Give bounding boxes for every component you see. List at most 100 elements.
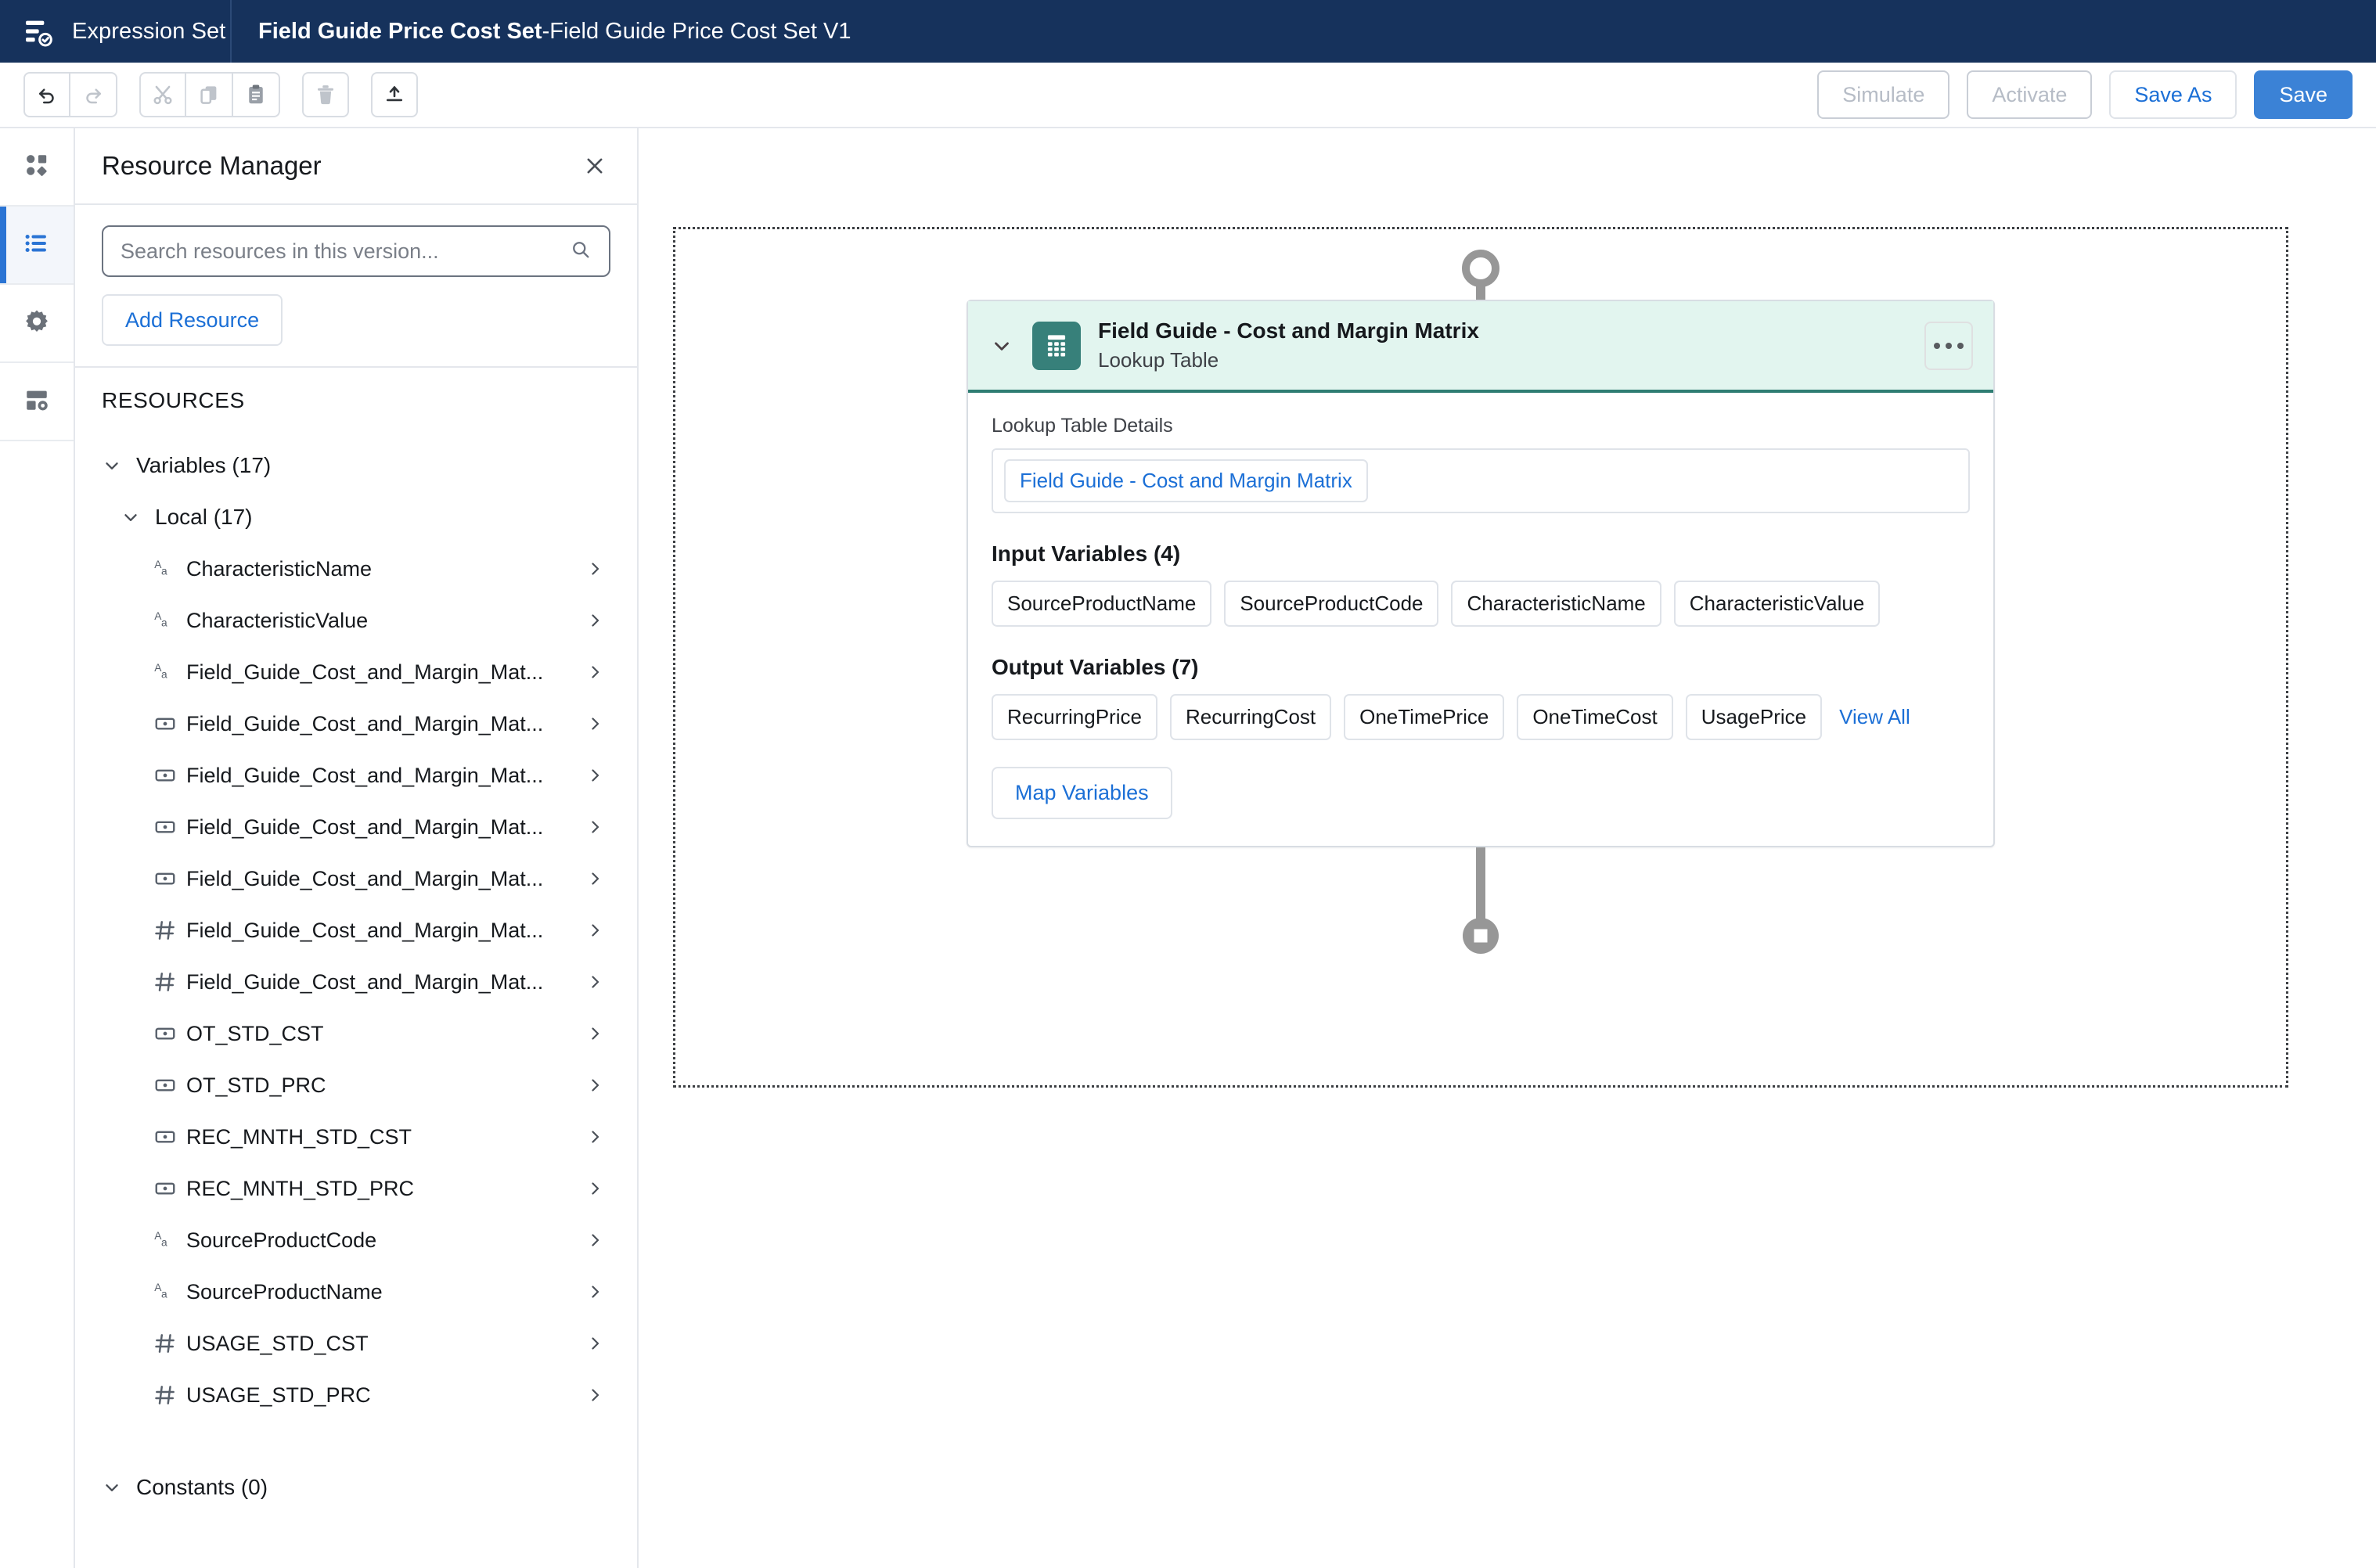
undo-button[interactable] bbox=[23, 72, 70, 117]
chevron-right-icon[interactable] bbox=[584, 1282, 604, 1301]
number-type-icon bbox=[153, 1383, 186, 1407]
rail-item-settings[interactable] bbox=[0, 285, 74, 363]
chevron-right-icon[interactable] bbox=[584, 1127, 604, 1146]
search-input[interactable] bbox=[121, 239, 570, 264]
chevron-right-icon[interactable] bbox=[584, 611, 604, 630]
chevron-down-icon[interactable] bbox=[988, 334, 1015, 358]
brand-label: Expression Set bbox=[72, 18, 226, 44]
chevron-right-icon[interactable] bbox=[584, 1179, 604, 1198]
chevron-right-icon[interactable] bbox=[584, 1024, 604, 1043]
lookup-details-box: Field Guide - Cost and Margin Matrix bbox=[992, 448, 1970, 513]
expression-set-icon bbox=[20, 14, 55, 49]
delete-button[interactable] bbox=[302, 72, 349, 117]
variable-row[interactable]: Field_Guide_Cost_and_Margin_Mat... bbox=[75, 801, 637, 853]
tree-group-constants[interactable]: Constants (0) bbox=[75, 1462, 637, 1513]
save-button[interactable]: Save bbox=[2254, 70, 2353, 119]
brand-area: Expression Set bbox=[0, 0, 232, 63]
chevron-right-icon[interactable] bbox=[584, 663, 604, 682]
output-variable-chip[interactable]: RecurringCost bbox=[1169, 694, 1332, 740]
flow-canvas[interactable]: Field Guide - Cost and Margin Matrix Loo… bbox=[639, 128, 2376, 1568]
output-variable-chip[interactable]: OneTimePrice bbox=[1344, 694, 1505, 740]
variable-name: SourceProductName bbox=[186, 1279, 383, 1304]
chevron-right-icon[interactable] bbox=[584, 714, 604, 733]
node-subtitle: Lookup Table bbox=[1098, 348, 1219, 372]
variable-row[interactable]: USAGE_STD_PRC bbox=[75, 1369, 637, 1421]
variable-row[interactable]: Field_Guide_Cost_and_Margin_Mat... bbox=[75, 904, 637, 956]
variable-row[interactable]: Aa CharacteristicName bbox=[75, 543, 637, 595]
search-icon[interactable] bbox=[570, 239, 592, 264]
currency-type-icon bbox=[153, 764, 186, 787]
rail-item-components[interactable] bbox=[0, 128, 74, 207]
chevron-right-icon[interactable] bbox=[584, 1231, 604, 1250]
variable-name: REC_MNTH_STD_PRC bbox=[186, 1176, 415, 1200]
close-icon[interactable] bbox=[579, 150, 610, 182]
lookup-details-label: Lookup Table Details bbox=[992, 415, 1173, 437]
cut-button[interactable] bbox=[139, 72, 186, 117]
components-icon bbox=[23, 152, 50, 182]
variable-row[interactable]: OT_STD_CST bbox=[75, 1008, 637, 1059]
redo-button[interactable] bbox=[70, 72, 117, 117]
chevron-right-icon[interactable] bbox=[584, 559, 604, 578]
variable-row[interactable]: Field_Guide_Cost_and_Margin_Mat... bbox=[75, 698, 637, 750]
add-resource-button[interactable]: Add Resource bbox=[102, 294, 283, 346]
chevron-right-icon[interactable] bbox=[584, 1334, 604, 1353]
variable-row[interactable]: Aa SourceProductName bbox=[75, 1266, 637, 1318]
variable-name: Field_Guide_Cost_and_Margin_Mat... bbox=[186, 763, 544, 787]
input-variable-chip[interactable]: SourceProductCode bbox=[1224, 581, 1439, 627]
variable-row[interactable]: REC_MNTH_STD_CST bbox=[75, 1111, 637, 1163]
rail-item-resource-manager[interactable] bbox=[0, 207, 74, 285]
variable-row[interactable]: Aa CharacteristicValue bbox=[75, 595, 637, 646]
variable-row[interactable]: REC_MNTH_STD_PRC bbox=[75, 1163, 637, 1214]
output-variable-chip[interactable]: UsagePrice bbox=[1685, 694, 1823, 740]
variable-row[interactable]: Field_Guide_Cost_and_Margin_Mat... bbox=[75, 750, 637, 801]
currency-type-icon bbox=[153, 1177, 186, 1200]
lookup-table-node[interactable]: Field Guide - Cost and Margin Matrix Loo… bbox=[967, 300, 1995, 847]
variable-row[interactable]: Field_Guide_Cost_and_Margin_Mat... bbox=[75, 853, 637, 904]
number-type-icon bbox=[153, 919, 186, 942]
variable-name: Field_Guide_Cost_and_Margin_Mat... bbox=[186, 969, 544, 994]
lookup-table-link[interactable]: Field Guide - Cost and Margin Matrix bbox=[1004, 459, 1368, 502]
simulate-button[interactable]: Simulate bbox=[1817, 70, 1950, 119]
copy-button[interactable] bbox=[186, 72, 233, 117]
variable-row[interactable]: Aa Field_Guide_Cost_and_Margin_Mat... bbox=[75, 646, 637, 698]
paste-button[interactable] bbox=[233, 72, 280, 117]
end-node[interactable] bbox=[1463, 918, 1499, 958]
more-options-icon[interactable] bbox=[1924, 321, 1973, 370]
insert-element-button[interactable] bbox=[371, 72, 418, 117]
tree-group-local[interactable]: Local (17) bbox=[75, 491, 637, 543]
currency-type-icon bbox=[153, 712, 186, 735]
node-body: Lookup Table Details Field Guide - Cost … bbox=[968, 393, 1993, 846]
chevron-right-icon[interactable] bbox=[584, 818, 604, 836]
chevron-right-icon[interactable] bbox=[584, 766, 604, 785]
input-variable-chip[interactable]: CharacteristicName bbox=[1451, 581, 1661, 627]
primary-actions: Simulate Activate Save As Save bbox=[1817, 63, 2353, 127]
page-title-version: Field Guide Price Cost Set V1 bbox=[549, 18, 851, 44]
tree-group-variables[interactable]: Variables (17) bbox=[75, 440, 637, 491]
chevron-right-icon[interactable] bbox=[584, 973, 604, 991]
save-as-button[interactable]: Save As bbox=[2109, 70, 2237, 119]
search-box[interactable] bbox=[102, 225, 610, 277]
lookup-table-icon bbox=[1032, 321, 1081, 370]
node-header[interactable]: Field Guide - Cost and Margin Matrix Loo… bbox=[968, 301, 1993, 393]
input-variable-chip[interactable]: CharacteristicValue bbox=[1673, 581, 1881, 627]
chevron-right-icon[interactable] bbox=[584, 921, 604, 940]
variable-name: OT_STD_CST bbox=[186, 1021, 324, 1045]
chevron-right-icon[interactable] bbox=[584, 869, 604, 888]
rail-item-card-settings[interactable] bbox=[0, 363, 74, 441]
resources-section-label: RESOURCES bbox=[102, 388, 245, 412]
activate-button[interactable]: Activate bbox=[1967, 70, 2093, 119]
view-all-link[interactable]: View All bbox=[1834, 705, 1910, 729]
chevron-right-icon[interactable] bbox=[584, 1386, 604, 1404]
chevron-right-icon[interactable] bbox=[584, 1076, 604, 1095]
variable-row[interactable]: Aa SourceProductCode bbox=[75, 1214, 637, 1266]
input-variable-chip[interactable]: SourceProductName bbox=[992, 581, 1212, 627]
input-variable-chips: SourceProductName SourceProductCode Charac… bbox=[992, 581, 1970, 627]
output-variable-chip[interactable]: OneTimeCost bbox=[1517, 694, 1673, 740]
variable-name: SourceProductCode bbox=[186, 1228, 377, 1252]
variable-row[interactable]: Field_Guide_Cost_and_Margin_Mat... bbox=[75, 956, 637, 1008]
variable-row[interactable]: USAGE_STD_CST bbox=[75, 1318, 637, 1369]
variable-row[interactable]: OT_STD_PRC bbox=[75, 1059, 637, 1111]
map-variables-button[interactable]: Map Variables bbox=[992, 767, 1172, 819]
output-variable-chip[interactable]: RecurringPrice bbox=[992, 694, 1157, 740]
